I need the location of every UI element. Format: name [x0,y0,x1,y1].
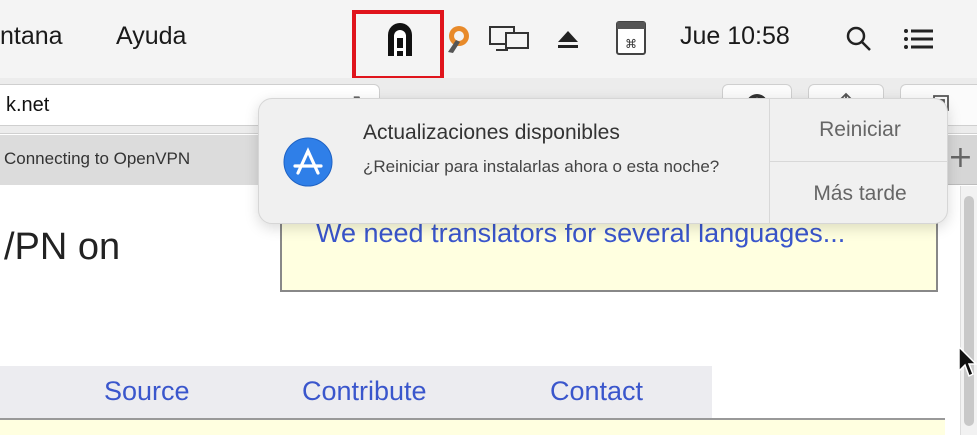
svg-text:⌘: ⌘ [625,37,637,51]
screen-mirroring-icon[interactable] [488,24,530,54]
site-nav: Source Contribute Contact [0,366,712,418]
restart-button[interactable]: Reiniciar [770,99,947,162]
tab-openvpn[interactable]: Connecting to OpenVPN [0,135,262,185]
notification-title: Actualizaciones disponibles [363,121,620,144]
eject-icon[interactable] [555,26,581,52]
highlight-box [352,10,444,80]
notification-center-icon[interactable] [902,24,936,54]
mouse-pointer-icon [958,345,977,383]
keyboard-input-icon[interactable]: ⌘ [615,20,647,56]
notification-body: ¿Reiniciar para instalarlas ahora o esta… [363,157,720,176]
new-tab-plus-icon[interactable]: + [948,143,973,173]
menu-ayuda[interactable]: Ayuda [116,22,186,51]
nav-source[interactable]: Source [104,376,190,407]
app-store-icon [283,137,333,187]
notification-actions: Reiniciar Más tarde [769,99,947,223]
nav-contribute[interactable]: Contribute [302,376,427,407]
tunnelblick-icon[interactable] [446,24,470,54]
later-button[interactable]: Más tarde [770,162,947,223]
page-heading: /PN on [4,226,121,268]
tab-label: Connecting to OpenVPN [4,149,191,168]
update-notification[interactable]: Actualizaciones disponibles ¿Reiniciar p… [258,98,948,224]
nav-contact[interactable]: Contact [550,376,643,407]
menu-ventana[interactable]: ntana [0,22,63,51]
menu-bar: ntana Ayuda ⌘ Jue 10:58 [0,0,977,80]
spotlight-search-icon[interactable] [844,24,874,54]
menubar-clock[interactable]: Jue 10:58 [680,22,790,51]
scrollbar-thumb[interactable] [964,196,974,426]
content-box-top [0,418,945,435]
address-text: k.net [6,94,50,116]
